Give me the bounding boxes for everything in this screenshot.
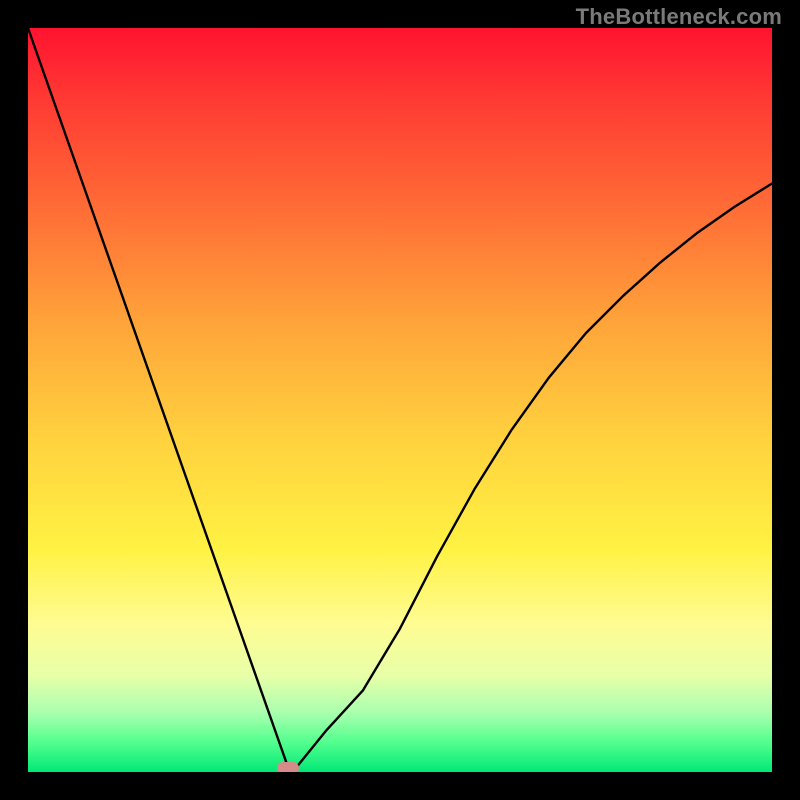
plot-area xyxy=(28,28,772,772)
minimum-marker xyxy=(277,762,299,772)
bottleneck-curve xyxy=(28,28,772,772)
chart-container: TheBottleneck.com xyxy=(0,0,800,800)
curve-path xyxy=(28,28,772,769)
watermark-label: TheBottleneck.com xyxy=(576,4,782,30)
